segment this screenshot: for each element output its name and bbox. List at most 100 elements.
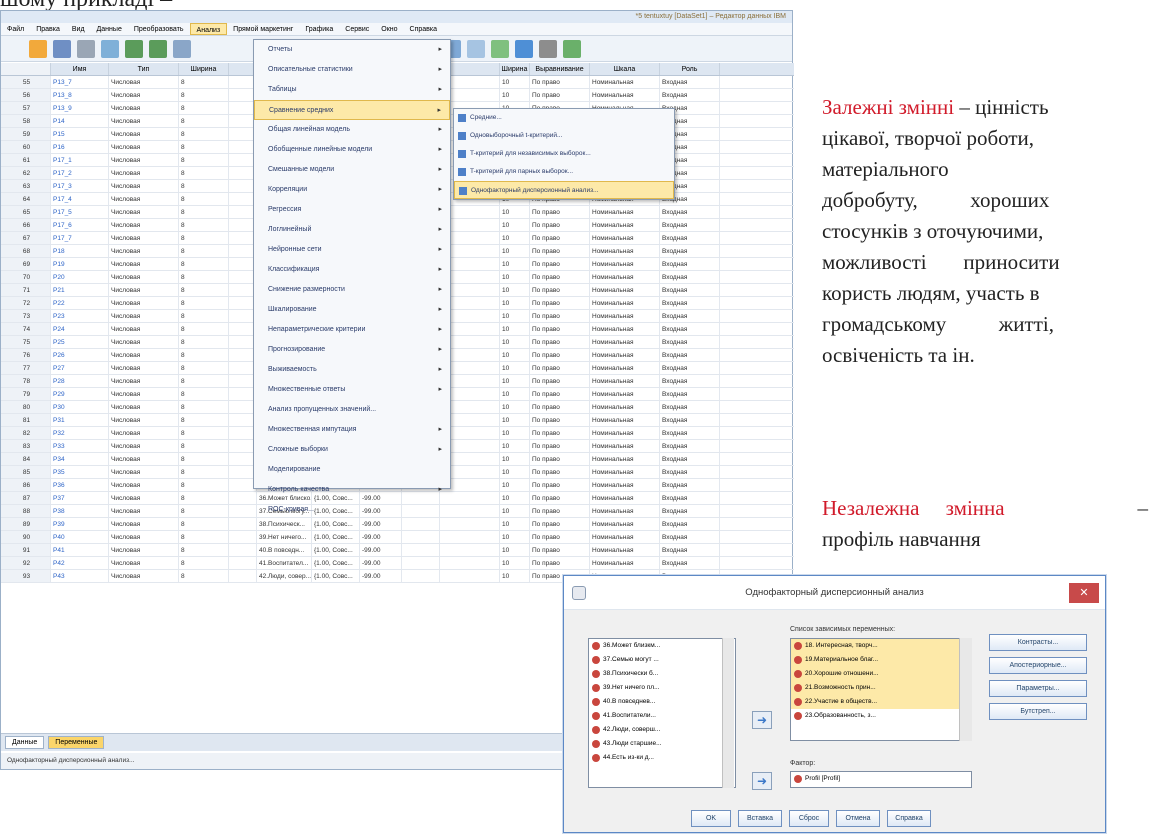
var-align[interactable]: По право — [530, 492, 590, 504]
var-width[interactable]: 8 — [179, 466, 229, 478]
row-number[interactable]: 85 — [1, 466, 51, 478]
var-role[interactable]: Входная — [660, 349, 720, 361]
dependent-variable[interactable]: 20.Хорошие отношени... — [791, 667, 971, 681]
var-width[interactable]: 8 — [179, 89, 229, 101]
analyze-menu-item[interactable]: Непараметрические критерии ▸ — [254, 320, 450, 340]
var-width[interactable]: 8 — [179, 284, 229, 296]
var-align[interactable]: По право — [530, 440, 590, 452]
var-name[interactable]: P27 — [51, 362, 109, 374]
var-type[interactable]: Числовая — [109, 518, 179, 530]
var-type[interactable]: Числовая — [109, 414, 179, 426]
var-name[interactable]: P13_7 — [51, 76, 109, 88]
var-width[interactable]: 8 — [179, 557, 229, 569]
compare-means-item[interactable]: Одновыборочный t-критерий... — [454, 127, 674, 145]
var-type[interactable]: Числовая — [109, 154, 179, 166]
row-number[interactable]: 58 — [1, 115, 51, 127]
var-role[interactable]: Входная — [660, 284, 720, 296]
var-width[interactable]: 8 — [179, 531, 229, 543]
analyze-menu-item[interactable]: Логлинейный ▸ — [254, 220, 450, 240]
var-measure[interactable]: Номинальная — [590, 544, 660, 556]
analyze-menu-item[interactable]: Множественная импутация ▸ — [254, 420, 450, 440]
var-width[interactable]: 8 — [179, 453, 229, 465]
menu-item[interactable]: Окно — [375, 23, 403, 35]
dialog-recall-icon[interactable] — [101, 39, 119, 58]
analyze-menu-item[interactable]: Общая линейная модель ▸ — [254, 120, 450, 140]
row-number[interactable]: 84 — [1, 453, 51, 465]
move-dependent-arrow-icon[interactable]: ➜ — [752, 711, 772, 729]
var-role[interactable]: Входная — [660, 310, 720, 322]
row-number[interactable]: 90 — [1, 531, 51, 543]
var-measure[interactable]: Номинальная — [590, 453, 660, 465]
row-number[interactable]: 74 — [1, 323, 51, 335]
var-name[interactable]: P19 — [51, 258, 109, 270]
var-name[interactable]: P28 — [51, 375, 109, 387]
var-measure[interactable]: Номинальная — [590, 271, 660, 283]
var-role[interactable]: Входная — [660, 466, 720, 478]
var-role[interactable]: Входная — [660, 375, 720, 387]
var-role[interactable]: Входная — [660, 258, 720, 270]
compare-means-item[interactable]: T-критерий для независимых выборок... — [454, 145, 674, 163]
reset-button[interactable]: Сброс — [789, 810, 829, 827]
var-name[interactable]: P24 — [51, 323, 109, 335]
var-align[interactable]: По право — [530, 76, 590, 88]
dependent-variable[interactable]: 19.Материальное благ... — [791, 653, 971, 667]
var-align[interactable]: По право — [530, 375, 590, 387]
var-measure[interactable]: Номинальная — [590, 349, 660, 361]
var-columns[interactable] — [402, 544, 440, 556]
var-role[interactable]: Входная — [660, 76, 720, 88]
var-measure[interactable]: Номинальная — [590, 518, 660, 530]
analyze-menu-item[interactable]: Корреляции ▸ — [254, 180, 450, 200]
select-icon[interactable] — [491, 39, 509, 58]
var-col-width[interactable]: 10 — [500, 89, 530, 101]
var-width[interactable]: 8 — [179, 440, 229, 452]
source-variable[interactable]: 44.Есть из-ки д... — [589, 751, 735, 765]
var-role[interactable]: Входная — [660, 388, 720, 400]
var-name[interactable]: P17_1 — [51, 154, 109, 166]
var-type[interactable]: Числовая — [109, 401, 179, 413]
var-type[interactable]: Числовая — [109, 89, 179, 101]
analyze-menu-item[interactable]: Множественные ответы ▸ — [254, 380, 450, 400]
analyze-menu-item[interactable]: Снижение размерности ▸ — [254, 280, 450, 300]
var-align[interactable]: По право — [530, 453, 590, 465]
var-col-width[interactable]: 10 — [500, 440, 530, 452]
var-role[interactable]: Входная — [660, 505, 720, 517]
var-measure[interactable]: Номинальная — [590, 401, 660, 413]
var-width[interactable]: 8 — [179, 206, 229, 218]
var-name[interactable]: P43 — [51, 570, 109, 582]
var-align[interactable]: По право — [530, 232, 590, 244]
row-number[interactable]: 68 — [1, 245, 51, 257]
row-number[interactable]: 79 — [1, 388, 51, 400]
var-width[interactable]: 8 — [179, 388, 229, 400]
var-name[interactable]: P25 — [51, 336, 109, 348]
row-number[interactable]: 76 — [1, 349, 51, 361]
var-width[interactable]: 8 — [179, 115, 229, 127]
var-missing[interactable]: -99.00 — [360, 544, 402, 556]
var-role[interactable]: Входная — [660, 440, 720, 452]
var-measure[interactable]: Номинальная — [590, 492, 660, 504]
var-type[interactable]: Числовая — [109, 427, 179, 439]
var-columns[interactable] — [402, 531, 440, 543]
source-variable[interactable]: 43.Люди старшие... — [589, 737, 735, 751]
var-role[interactable]: Входная — [660, 336, 720, 348]
contrasts-button[interactable]: Контрасты... — [989, 634, 1087, 651]
var-role[interactable]: Входная — [660, 232, 720, 244]
var-col-width[interactable]: 10 — [500, 531, 530, 543]
var-type[interactable]: Числовая — [109, 505, 179, 517]
var-width[interactable]: 8 — [179, 401, 229, 413]
analyze-menu-item[interactable]: Классификация ▸ — [254, 260, 450, 280]
var-name[interactable]: P20 — [51, 271, 109, 283]
var-col-width[interactable]: 10 — [500, 206, 530, 218]
var-align[interactable]: По право — [530, 336, 590, 348]
analyze-menu-item[interactable]: Выживаемость ▸ — [254, 360, 450, 380]
var-measure[interactable]: Номинальная — [590, 323, 660, 335]
var-measure[interactable]: Номинальная — [590, 414, 660, 426]
var-width[interactable]: 8 — [179, 349, 229, 361]
var-measure[interactable]: Номинальная — [590, 466, 660, 478]
var-width[interactable]: 8 — [179, 310, 229, 322]
var-col-width[interactable]: 10 — [500, 388, 530, 400]
var-name[interactable]: P31 — [51, 414, 109, 426]
analyze-menu-item[interactable]: ROC-кривая... — [254, 500, 450, 520]
var-measure[interactable]: Номинальная — [590, 427, 660, 439]
var-measure[interactable]: Номинальная — [590, 505, 660, 517]
var-width[interactable]: 8 — [179, 544, 229, 556]
